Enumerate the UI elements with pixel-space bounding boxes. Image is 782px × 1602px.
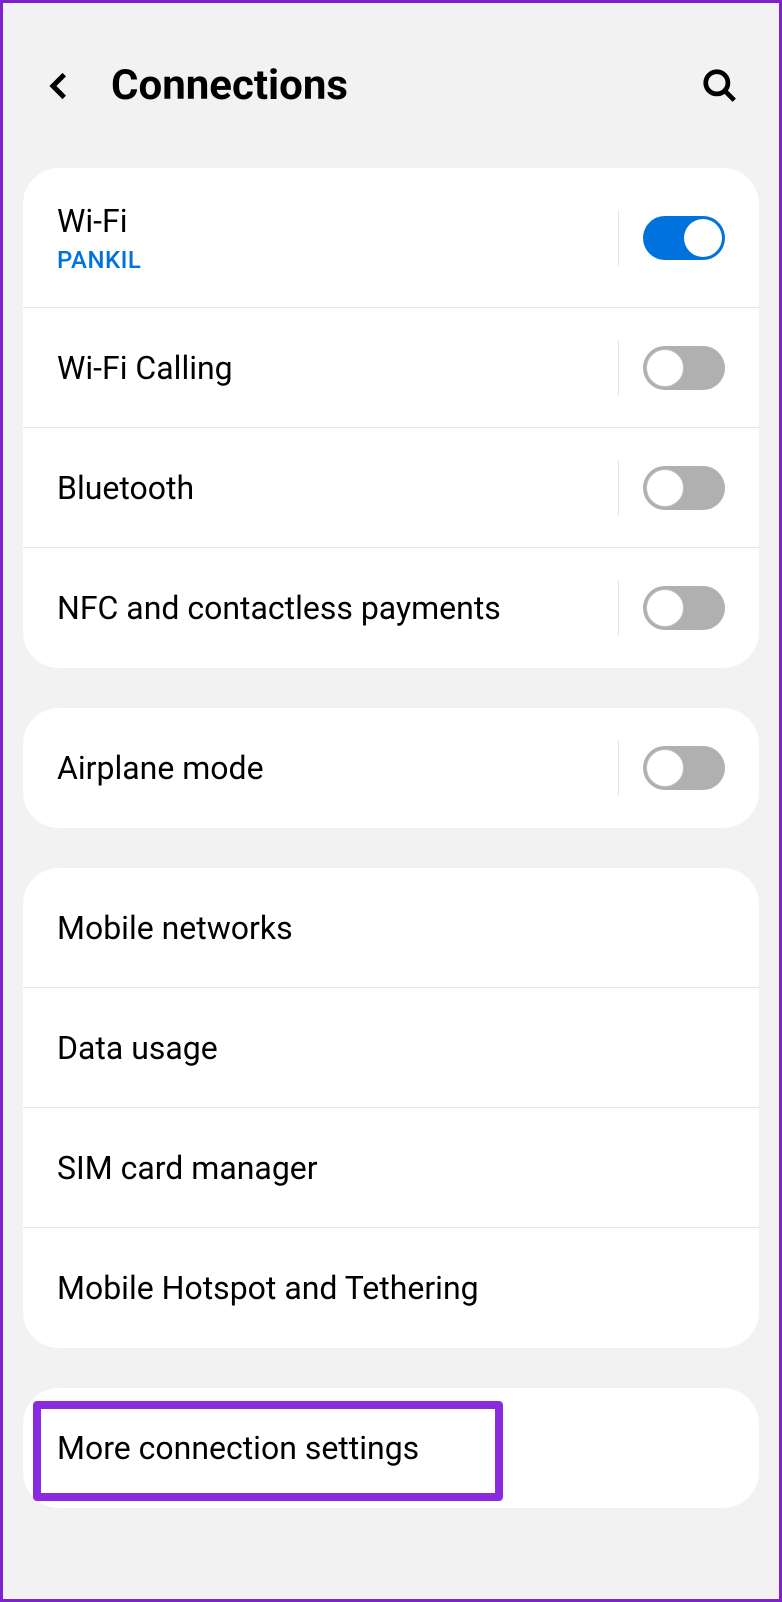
- row-airplane-mode[interactable]: Airplane mode: [23, 708, 759, 828]
- toggle-container: [618, 210, 725, 266]
- row-text: Mobile Hotspot and Tethering: [57, 1269, 725, 1307]
- row-text: More connection settings: [57, 1429, 725, 1467]
- bluetooth-toggle[interactable]: [643, 466, 725, 510]
- row-label: More connection settings: [57, 1429, 725, 1467]
- row-label: Wi-Fi: [57, 202, 618, 240]
- back-icon[interactable]: [43, 69, 77, 103]
- row-label: Mobile Hotspot and Tethering: [57, 1269, 725, 1307]
- row-label: Mobile networks: [57, 909, 725, 947]
- row-label: NFC and contactless payments: [57, 589, 618, 627]
- row-mobile-hotspot[interactable]: Mobile Hotspot and Tethering: [23, 1228, 759, 1348]
- settings-group-mobile: Mobile networks Data usage SIM card mana…: [23, 868, 759, 1348]
- settings-group-airplane: Airplane mode: [23, 708, 759, 828]
- wifi-toggle[interactable]: [643, 216, 725, 260]
- row-text: Bluetooth: [57, 469, 618, 507]
- search-icon[interactable]: [701, 67, 739, 105]
- row-data-usage[interactable]: Data usage: [23, 988, 759, 1108]
- row-text: Mobile networks: [57, 909, 725, 947]
- row-text: Wi-Fi Calling: [57, 349, 618, 387]
- toggle-container: [618, 340, 725, 396]
- toggle-container: [618, 460, 725, 516]
- page-title: Connections: [111, 61, 701, 110]
- wifi-calling-toggle[interactable]: [643, 346, 725, 390]
- row-nfc[interactable]: NFC and contactless payments: [23, 548, 759, 668]
- settings-group-more: More connection settings: [23, 1388, 759, 1508]
- airplane-toggle[interactable]: [643, 746, 725, 790]
- row-text: Airplane mode: [57, 749, 618, 787]
- row-label: Bluetooth: [57, 469, 618, 507]
- settings-group-connectivity: Wi-Fi PANKIL Wi-Fi Calling Bluetooth NFC…: [23, 168, 759, 668]
- row-text: Wi-Fi PANKIL: [57, 202, 618, 274]
- row-label: Wi-Fi Calling: [57, 349, 618, 387]
- row-wifi-calling[interactable]: Wi-Fi Calling: [23, 308, 759, 428]
- row-label: Data usage: [57, 1029, 725, 1067]
- row-text: SIM card manager: [57, 1149, 725, 1187]
- row-label: SIM card manager: [57, 1149, 725, 1187]
- header: Connections: [3, 3, 779, 168]
- row-more-connection-settings[interactable]: More connection settings: [23, 1388, 759, 1508]
- row-text: Data usage: [57, 1029, 725, 1067]
- row-text: NFC and contactless payments: [57, 589, 618, 627]
- row-sim-card-manager[interactable]: SIM card manager: [23, 1108, 759, 1228]
- toggle-container: [618, 580, 725, 636]
- row-bluetooth[interactable]: Bluetooth: [23, 428, 759, 548]
- toggle-container: [618, 740, 725, 796]
- wifi-network-name: PANKIL: [57, 246, 618, 274]
- row-wifi[interactable]: Wi-Fi PANKIL: [23, 168, 759, 308]
- row-label: Airplane mode: [57, 749, 618, 787]
- nfc-toggle[interactable]: [643, 586, 725, 630]
- row-mobile-networks[interactable]: Mobile networks: [23, 868, 759, 988]
